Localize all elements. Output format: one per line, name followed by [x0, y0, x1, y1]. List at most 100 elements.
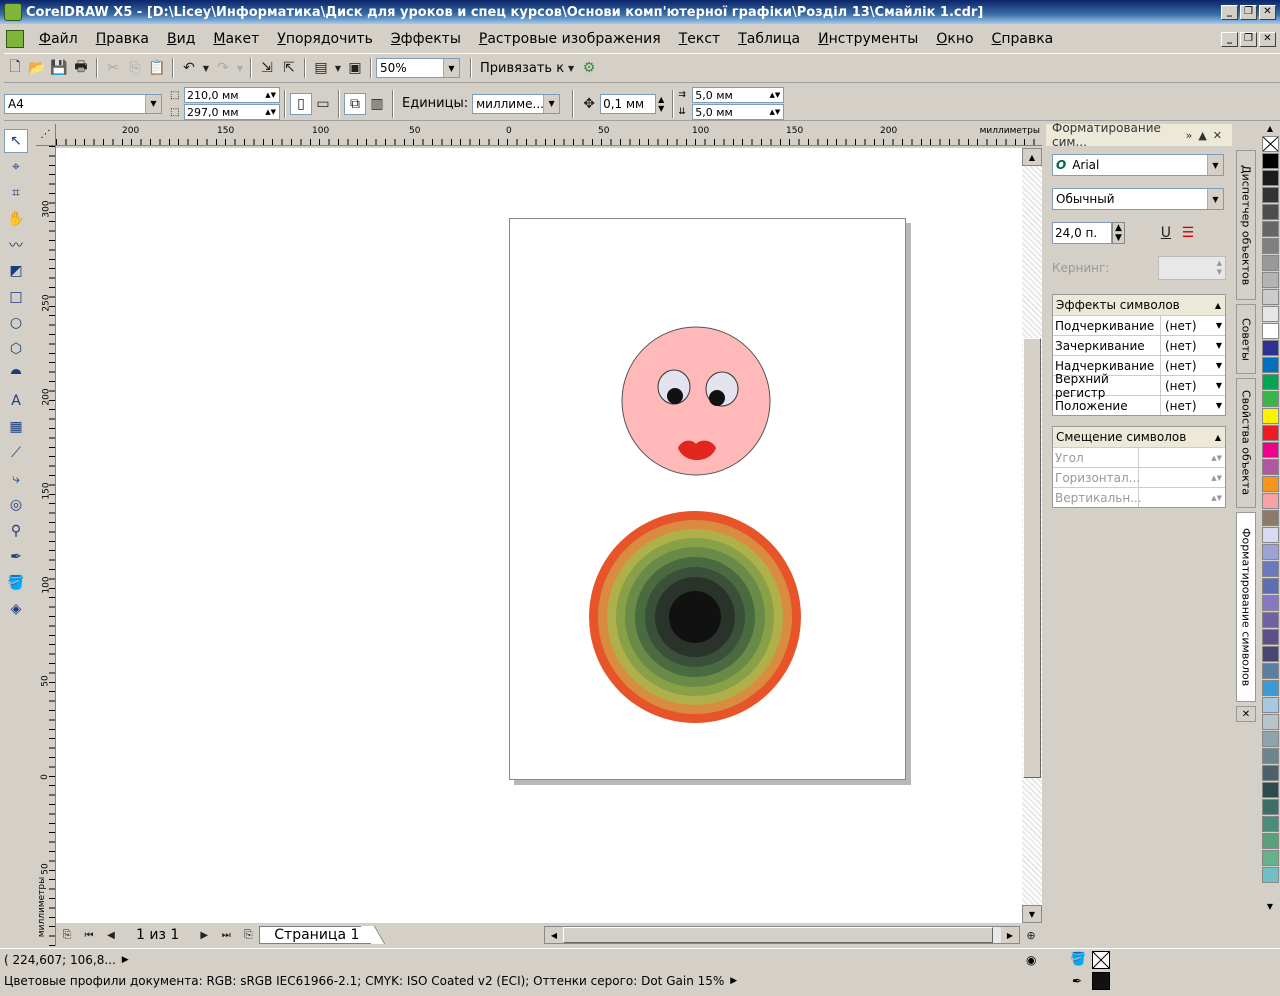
color-swatch[interactable] — [1261, 374, 1279, 390]
menu-arrange[interactable]: Упорядочить — [268, 31, 382, 47]
chevron-down-icon[interactable]: ▼ — [1216, 361, 1222, 370]
color-swatch[interactable] — [1261, 527, 1279, 543]
shift-row-angle[interactable]: Угол ▲▼ — [1053, 447, 1225, 467]
all-pages-icon[interactable]: ⧉ — [344, 92, 366, 115]
import-icon[interactable]: ⇲ — [256, 57, 278, 79]
landscape-icon[interactable]: ▭ — [312, 93, 334, 115]
outline-tool-icon[interactable]: ✒ — [4, 545, 28, 569]
status-expand-icon[interactable]: ▶ — [122, 955, 129, 965]
color-swatch[interactable] — [1261, 170, 1279, 186]
color-swatch[interactable] — [1261, 238, 1279, 254]
doc-close-button[interactable]: ✕ — [1259, 31, 1276, 47]
color-swatch[interactable] — [1261, 476, 1279, 492]
eyedropper-tool-icon[interactable]: ⚲ — [4, 519, 28, 543]
shift-row-horizontal[interactable]: Горизонтал... ▲▼ — [1053, 467, 1225, 487]
menu-table[interactable]: Таблица — [729, 31, 809, 47]
duplicate-y-field[interactable]: 5,0 мм ▲▼ — [692, 104, 785, 120]
next-page-icon[interactable]: ▶ — [193, 924, 215, 946]
palette-up-icon[interactable]: ▲ — [1267, 124, 1273, 136]
color-swatch[interactable] — [1261, 646, 1279, 662]
document-page[interactable] — [509, 218, 906, 780]
redo-icon[interactable]: ↷ — [212, 57, 234, 79]
shift-row-vertical[interactable]: Вертикальн... ▲▼ — [1053, 487, 1225, 507]
menu-file[interactable]: Файл — [30, 31, 87, 47]
color-swatch[interactable] — [1261, 833, 1279, 849]
effect-row-underline[interactable]: Подчеркивание (нет) ▼ — [1053, 315, 1225, 335]
open-icon[interactable]: 📂 — [26, 57, 48, 79]
color-swatch[interactable] — [1261, 680, 1279, 696]
close-button[interactable]: ✕ — [1259, 4, 1276, 20]
vertical-scrollbar[interactable]: ▲ ▼ — [1022, 148, 1042, 923]
basic-shapes-tool-icon[interactable]: ⯊ — [4, 363, 28, 387]
color-swatch[interactable] — [1261, 221, 1279, 237]
launcher-dropdown-icon[interactable]: ▼ — [332, 57, 344, 79]
add-page-icon[interactable]: ⎘ — [56, 924, 78, 946]
color-swatch[interactable] — [1261, 748, 1279, 764]
nudge-field[interactable]: 0,1 мм — [600, 93, 657, 114]
color-swatch[interactable] — [1261, 153, 1279, 169]
menu-edit[interactable]: Правка — [87, 31, 158, 47]
docker-controls-icon[interactable]: »▲✕ — [1186, 129, 1232, 142]
minimize-button[interactable]: _ — [1221, 4, 1238, 20]
tab-hints[interactable]: Советы — [1236, 304, 1256, 374]
scroll-up-icon[interactable]: ▲ — [1022, 148, 1042, 166]
last-page-icon[interactable]: ⏭ — [215, 924, 237, 946]
fill-none-swatch[interactable] — [1092, 951, 1110, 969]
h-scroll-thumb[interactable] — [563, 927, 993, 943]
font-style-combo[interactable]: Обычный ▼ — [1052, 188, 1224, 210]
app-launcher-icon[interactable]: ▤ — [310, 57, 332, 79]
effect-row-strikethrough[interactable]: Зачеркивание (нет) ▼ — [1053, 335, 1225, 355]
spin-icon[interactable]: ▲▼ — [769, 108, 780, 116]
interactive-fill-tool-icon[interactable]: ◈ — [4, 597, 28, 621]
undo-dropdown-icon[interactable]: ▼ — [200, 57, 212, 79]
prev-page-icon[interactable]: ◀ — [100, 924, 122, 946]
print-icon[interactable]: 🖶 — [70, 57, 92, 79]
copy-icon[interactable]: ⎘ — [124, 57, 146, 79]
units-combo[interactable]: миллиме... ▼ — [472, 93, 561, 114]
table-tool-icon[interactable]: ▦ — [4, 415, 28, 439]
menu-text[interactable]: Текст — [670, 31, 729, 47]
save-icon[interactable]: 💾 — [48, 57, 70, 79]
shape-tool-icon[interactable]: ⌖ — [4, 155, 28, 179]
menu-layout[interactable]: Макет — [204, 31, 268, 47]
color-swatch[interactable] — [1261, 306, 1279, 322]
smart-fill-tool-icon[interactable]: ◩ — [4, 259, 28, 283]
palette-down-icon[interactable]: ▼ — [1267, 902, 1273, 914]
left-pupil[interactable] — [667, 388, 683, 404]
color-swatch[interactable] — [1261, 442, 1279, 458]
spin-icon[interactable]: ▲▼ — [1211, 494, 1222, 502]
freehand-tool-icon[interactable]: 〰 — [4, 233, 28, 257]
color-swatch[interactable] — [1261, 663, 1279, 679]
concentric-circles[interactable] — [589, 511, 801, 723]
tab-character-formatting[interactable]: Форматирование символов — [1236, 512, 1256, 702]
pick-tool-icon[interactable]: ↖ — [4, 129, 28, 153]
font-size-field[interactable]: 24,0 п. — [1052, 222, 1112, 244]
duplicate-x-field[interactable]: 5,0 мм ▲▼ — [692, 87, 785, 103]
drawing-canvas[interactable] — [56, 148, 1022, 923]
horizontal-ruler[interactable]: 200 150 100 50 0 50 100 150 200 миллимет… — [56, 124, 1042, 146]
color-swatch[interactable] — [1261, 408, 1279, 424]
options-icon[interactable]: ⚙ — [578, 57, 600, 79]
paste-icon[interactable]: 📋 — [146, 57, 168, 79]
nudge-spin-icon[interactable]: ▲ ▼ — [658, 95, 664, 113]
font-size-spin-icon[interactable]: ▲ ▼ — [1112, 222, 1125, 244]
page-size-combo[interactable]: A4 ▼ — [4, 93, 162, 114]
tab-object-properties[interactable]: Свойства объекта — [1236, 378, 1256, 508]
color-swatch[interactable] — [1261, 272, 1279, 288]
snap-to-label[interactable]: Привязать к — [480, 61, 564, 76]
welcome-screen-icon[interactable]: ▣ — [344, 57, 366, 79]
chevron-down-icon[interactable]: ▼ — [1216, 381, 1222, 390]
effect-row-uppercase[interactable]: Верхний регистр (нет) ▼ — [1053, 372, 1225, 400]
chevron-down-icon[interactable]: ▼ — [1216, 321, 1222, 330]
menu-tools[interactable]: Инструменты — [809, 31, 927, 47]
underline-icon[interactable]: U — [1155, 222, 1177, 244]
new-icon[interactable]: 🗋 — [4, 57, 26, 79]
scroll-down-icon[interactable]: ▼ — [1022, 905, 1042, 923]
polygon-tool-icon[interactable]: ⬡ — [4, 337, 28, 361]
vertical-ruler[interactable]: 300 250 200 150 100 50 0 50 миллиметры — [36, 146, 56, 946]
color-swatch[interactable] — [1261, 289, 1279, 305]
scroll-left-icon[interactable]: ◀ — [545, 927, 563, 943]
cut-icon[interactable]: ✂ — [102, 57, 124, 79]
menu-effects[interactable]: Эффекты — [382, 31, 470, 47]
dimension-tool-icon[interactable]: ⟋ — [4, 441, 28, 465]
